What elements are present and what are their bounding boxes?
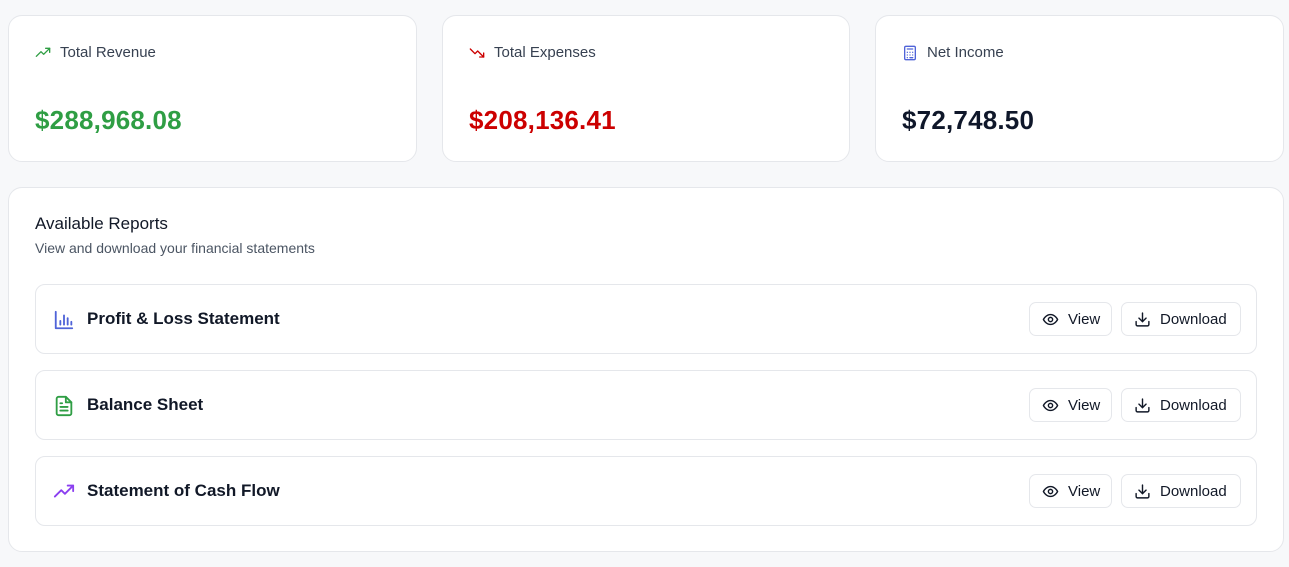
net-income-card: Net Income $72,748.50 (875, 15, 1284, 162)
total-revenue-value: $288,968.08 (35, 105, 182, 135)
trending-down-icon (469, 45, 485, 61)
total-expenses-card: Total Expenses $208,136.41 (442, 15, 850, 162)
download-button[interactable]: Download (1121, 388, 1241, 422)
net-income-value: $72,748.50 (902, 105, 1035, 135)
eye-icon (1042, 311, 1059, 328)
report-name: Profit & Loss Statement (87, 309, 280, 328)
view-label: View (1068, 396, 1101, 414)
total-revenue-label: Total Revenue (60, 44, 156, 61)
view-label: View (1068, 310, 1101, 328)
download-button[interactable]: Download (1121, 474, 1241, 508)
download-icon (1134, 397, 1151, 414)
calculator-icon (902, 45, 918, 61)
bar-chart-icon (53, 309, 75, 331)
file-text-icon (53, 395, 75, 417)
report-name: Balance Sheet (87, 395, 204, 414)
report-row-profit-loss: Profit & Loss Statement View Download (35, 284, 1257, 354)
report-row-balance-sheet: Balance Sheet View Download (35, 370, 1257, 440)
total-expenses-header: Total Expenses (469, 44, 596, 61)
net-income-label: Net Income (927, 44, 1004, 61)
total-revenue-card: Total Revenue $288,968.08 (8, 15, 417, 162)
reports-title: Available Reports (35, 214, 168, 233)
available-reports-card: Available Reports View and download your… (8, 187, 1284, 552)
download-label: Download (1160, 482, 1227, 500)
download-button[interactable]: Download (1121, 302, 1241, 336)
eye-icon (1042, 483, 1059, 500)
trending-up-icon (35, 45, 51, 61)
total-expenses-value: $208,136.41 (469, 105, 616, 135)
download-icon (1134, 483, 1151, 500)
eye-icon (1042, 397, 1059, 414)
report-name: Statement of Cash Flow (87, 481, 280, 500)
download-label: Download (1160, 396, 1227, 414)
view-button[interactable]: View (1029, 474, 1112, 508)
view-label: View (1068, 482, 1101, 500)
total-revenue-header: Total Revenue (35, 44, 156, 61)
view-button[interactable]: View (1029, 388, 1112, 422)
reports-subtitle: View and download your financial stateme… (35, 240, 315, 256)
download-label: Download (1160, 310, 1227, 328)
net-income-header: Net Income (902, 44, 1004, 61)
report-row-cash-flow: Statement of Cash Flow View Download (35, 456, 1257, 526)
total-expenses-label: Total Expenses (494, 44, 596, 61)
download-icon (1134, 311, 1151, 328)
view-button[interactable]: View (1029, 302, 1112, 336)
trending-up-icon (53, 481, 75, 503)
